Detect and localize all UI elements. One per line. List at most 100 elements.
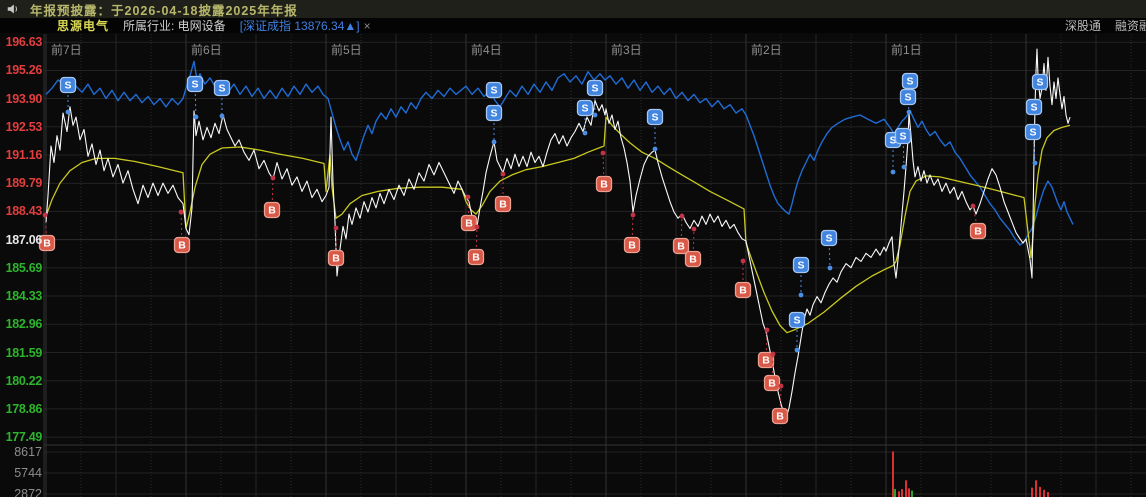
- average-price-line: [45, 116, 1071, 334]
- volume-axis-label: 8617: [14, 445, 42, 459]
- day-label: 前4日: [471, 43, 502, 57]
- sell-signal-dot: [491, 139, 497, 145]
- buy-signal-letter: B: [178, 240, 186, 252]
- price-axis-label: 182.96: [5, 317, 43, 332]
- price-axis-label: 178.86: [5, 401, 43, 416]
- link-rongzirongquan[interactable]: 融资融券: [1115, 17, 1146, 34]
- buy-signal-letter: B: [332, 253, 340, 265]
- industry-label: 所属行业: 电网设备: [123, 19, 226, 33]
- sell-signal-dot: [794, 347, 800, 353]
- sell-signal-letter: S: [490, 85, 497, 97]
- sell-signal-dot: [582, 130, 588, 136]
- buy-signal-dot: [691, 226, 697, 232]
- sell-signal-dot: [1032, 160, 1038, 166]
- volume-axis-label: 5744: [14, 466, 42, 480]
- buy-signal-dot: [679, 213, 685, 219]
- buy-signal-letter: B: [268, 205, 276, 217]
- link-shengutong[interactable]: 深股通: [1065, 17, 1101, 34]
- index-tab-close-icon[interactable]: ×: [364, 19, 371, 33]
- price-axis-label: 189.79: [5, 176, 43, 191]
- price-axis-label: 177.49: [5, 430, 43, 445]
- buy-signal-dot: [465, 194, 471, 200]
- buy-signal-dot: [630, 212, 636, 218]
- volume-bar: [892, 451, 894, 497]
- buy-signal-letter: B: [465, 218, 473, 230]
- news-banner: 年报预披露：于2026-04-18披露2025年年报: [0, 0, 1146, 18]
- sell-signal-dot: [906, 109, 912, 115]
- buy-signal-dot: [270, 175, 276, 181]
- volume-bar: [908, 488, 910, 497]
- buy-signal-letter: B: [628, 240, 636, 252]
- day-label: 前6日: [191, 43, 222, 57]
- buy-signal-dot: [778, 383, 784, 389]
- sell-signal-letter: S: [490, 108, 497, 120]
- sell-signal-dot: [652, 146, 658, 152]
- buy-signal-dot: [500, 171, 506, 177]
- sell-signal-letter: S: [191, 79, 198, 91]
- sell-signal-letter: S: [1036, 77, 1043, 89]
- volume-bar: [901, 489, 903, 497]
- sell-signal-dot: [901, 164, 907, 170]
- buy-signal-letter: B: [974, 226, 982, 238]
- sell-signal-dot: [592, 112, 598, 118]
- chart-canvas[interactable]: S S S SS SSSSSSS SSS SSSB BBBBBBBB BBBBBBB: [0, 33, 1146, 497]
- volume-bar: [898, 491, 900, 497]
- sell-signal-letter: S: [1030, 102, 1037, 114]
- sell-signal-letter: S: [651, 112, 658, 124]
- buy-signal-letter: B: [768, 378, 776, 390]
- index-tab[interactable]: [深证成指 13876.34▲]: [240, 17, 360, 34]
- sell-signal-dot: [890, 169, 896, 175]
- buy-signal-letter: B: [739, 285, 747, 297]
- price-axis-label: 181.59: [5, 345, 43, 360]
- stock-header-bar: 思源电气 所属行业: 电网设备 [深证成指 13876.34▲] × 深股通 融…: [0, 18, 1146, 33]
- volume-bar: [894, 489, 896, 497]
- sell-signal-letter: S: [797, 260, 804, 272]
- volume-bar: [905, 480, 907, 497]
- buy-signal-dot: [764, 327, 770, 333]
- day-label: 前3日: [611, 43, 642, 57]
- day-label: 前1日: [891, 43, 922, 57]
- sell-signal-letter: S: [899, 131, 906, 143]
- price-axis-label: 195.26: [5, 63, 43, 78]
- market-links: 深股通 融资融券: [1065, 18, 1146, 33]
- day-label: 前7日: [51, 43, 82, 57]
- price-axis-label: 196.63: [5, 35, 43, 50]
- price-axis-label: 187.06: [5, 232, 43, 247]
- volume-bar: [911, 490, 913, 497]
- sell-signal-letter: S: [218, 83, 225, 95]
- sell-signal-letter: S: [581, 103, 588, 115]
- stock-name: 思源电气: [57, 19, 110, 33]
- price-axis-label: 192.53: [5, 119, 43, 134]
- volume-bar: [1047, 491, 1049, 497]
- trading-app-window: 年报预披露：于2026-04-18披露2025年年报 思源电气 所属行业: 电网…: [0, 0, 1146, 497]
- sell-signal-letter: S: [64, 80, 71, 92]
- sell-signal-letter: S: [825, 233, 832, 245]
- buy-signal-letter: B: [472, 252, 480, 264]
- price-axis-label: 180.22: [5, 373, 43, 388]
- buy-signal-dot: [740, 258, 746, 264]
- sell-signal-dot: [65, 109, 71, 115]
- price-axis-label: 193.90: [5, 91, 43, 106]
- sell-signal-letter: S: [906, 76, 913, 88]
- day-label: 前2日: [751, 43, 782, 57]
- sell-signal-letter: S: [904, 92, 911, 104]
- price-axis-label: 185.69: [5, 260, 43, 275]
- buy-signal-letter: B: [600, 179, 608, 191]
- volume-bar: [1035, 480, 1037, 497]
- news-banner-text: 年报预披露：于2026-04-18披露2025年年报: [30, 3, 298, 18]
- buy-signal-letter: B: [677, 241, 685, 253]
- sell-signal-dot: [219, 113, 225, 119]
- buy-signal-dot: [600, 150, 606, 156]
- sell-signal-dot: [827, 265, 833, 271]
- buy-signal-letter: B: [43, 238, 51, 250]
- price-axis-label: 191.16: [5, 148, 43, 163]
- sell-signal-letter: S: [591, 83, 598, 95]
- buy-signal-dot: [333, 225, 339, 231]
- buy-signal-letter: B: [762, 355, 770, 367]
- buy-signal-letter: B: [499, 199, 507, 211]
- price-axis-label: 184.33: [5, 288, 43, 303]
- price-line: [45, 48, 1071, 419]
- volume-axis-label: 2872: [14, 487, 42, 497]
- day-label: 前5日: [331, 43, 362, 57]
- intraday-chart-area[interactable]: SSSSSSSSSSSSSSSSSSBBBBBBBBBBBBBBBB 196.6…: [0, 33, 1146, 497]
